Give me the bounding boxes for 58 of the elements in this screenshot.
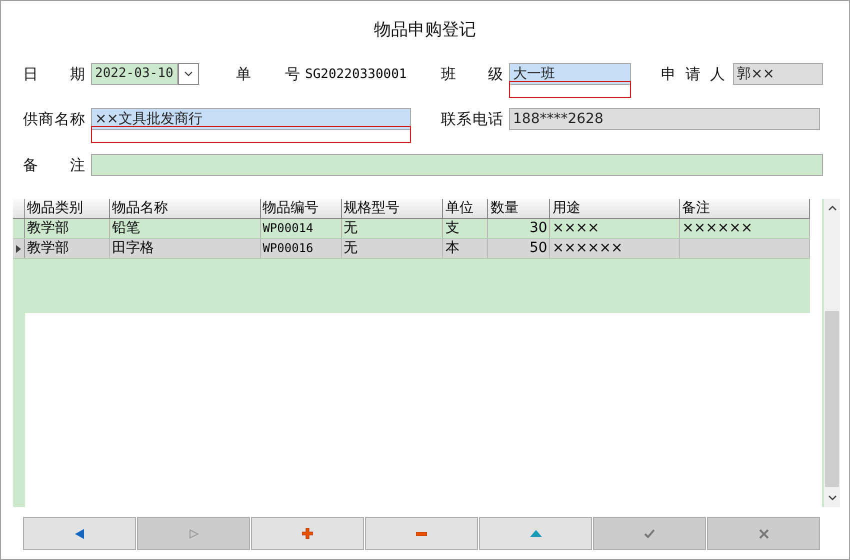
checkmark-icon bbox=[644, 529, 655, 538]
field-label: 备注 bbox=[23, 156, 85, 174]
scroll-thumb[interactable] bbox=[825, 311, 839, 487]
field-label: 联系电话 bbox=[441, 110, 503, 128]
date-field[interactable]: 2022-03-10 bbox=[91, 63, 178, 85]
table-cell: 本 bbox=[445, 240, 460, 256]
table-row[interactable]: 教学部 铅笔 WP00014 无 支 30 ×××× ×××××× bbox=[13, 219, 810, 239]
field-label: 单号 bbox=[236, 64, 300, 84]
caret-icon bbox=[184, 71, 193, 77]
table-cell: WP00016 bbox=[262, 241, 314, 255]
column-header[interactable]: 用途 bbox=[550, 199, 680, 218]
table-row[interactable]: 教学部 田字格 WP00016 无 本 50 ×××××× bbox=[13, 239, 810, 259]
field-label: 申请人 bbox=[660, 64, 726, 84]
close-icon bbox=[758, 528, 768, 538]
table-cell: 支 bbox=[445, 220, 460, 236]
input-field[interactable]: 郭×× bbox=[733, 63, 823, 85]
table-cell: ×××× bbox=[552, 220, 600, 236]
up-arrow-icon bbox=[530, 530, 542, 537]
column-header[interactable]: 数量 bbox=[488, 199, 550, 218]
scrollbar[interactable] bbox=[822, 199, 840, 507]
row-pointer-icon bbox=[16, 244, 21, 252]
input-field[interactable]: 大一班 bbox=[509, 63, 631, 85]
table-cell: ×××××× bbox=[682, 220, 753, 236]
table-cell: 教学部 bbox=[26, 220, 69, 236]
scroll-up-icon[interactable] bbox=[828, 205, 836, 211]
plus-icon bbox=[302, 528, 313, 539]
minus-icon bbox=[416, 532, 427, 536]
table-cell: 教学部 bbox=[26, 240, 69, 256]
field-label: 日期 bbox=[23, 64, 85, 84]
field-label: 班级 bbox=[441, 64, 503, 84]
field-label: 供商名称 bbox=[23, 110, 85, 128]
window-title: 物品申购登记 bbox=[373, 19, 477, 42]
column-header[interactable]: 备注 bbox=[680, 199, 810, 218]
column-header[interactable]: 物品编号 bbox=[260, 199, 342, 218]
table-cell: 铅笔 bbox=[112, 220, 140, 236]
input-field[interactable]: ××文具批发商行 bbox=[91, 108, 411, 130]
column-header[interactable]: 物品名称 bbox=[110, 199, 261, 218]
table-cell: 30 bbox=[530, 220, 548, 236]
input-field[interactable] bbox=[91, 154, 823, 176]
table-cell: 无 bbox=[344, 240, 358, 256]
table-cell: ×××××× bbox=[552, 240, 623, 256]
right-arrow-icon bbox=[188, 528, 198, 538]
dropdown-button[interactable] bbox=[178, 63, 199, 85]
table-cell: 田字格 bbox=[112, 240, 154, 256]
table-cell: 无 bbox=[344, 220, 358, 236]
column-header[interactable]: 规格型号 bbox=[342, 199, 444, 218]
scroll-down-icon[interactable] bbox=[828, 495, 836, 501]
table-cell: 50 bbox=[530, 240, 548, 256]
column-header[interactable]: 物品类别 bbox=[24, 199, 110, 218]
table-cell: WP00014 bbox=[262, 221, 314, 235]
plus-button[interactable] bbox=[251, 517, 364, 550]
input-field[interactable]: 188****2628 bbox=[509, 108, 820, 130]
minus-button[interactable] bbox=[365, 517, 478, 550]
left-arrow-button[interactable] bbox=[23, 517, 136, 550]
order-number: SG20220330001 bbox=[305, 66, 407, 82]
column-header[interactable]: 单位 bbox=[443, 199, 488, 218]
up-arrow-button[interactable] bbox=[479, 517, 592, 550]
left-arrow-icon bbox=[74, 528, 84, 538]
